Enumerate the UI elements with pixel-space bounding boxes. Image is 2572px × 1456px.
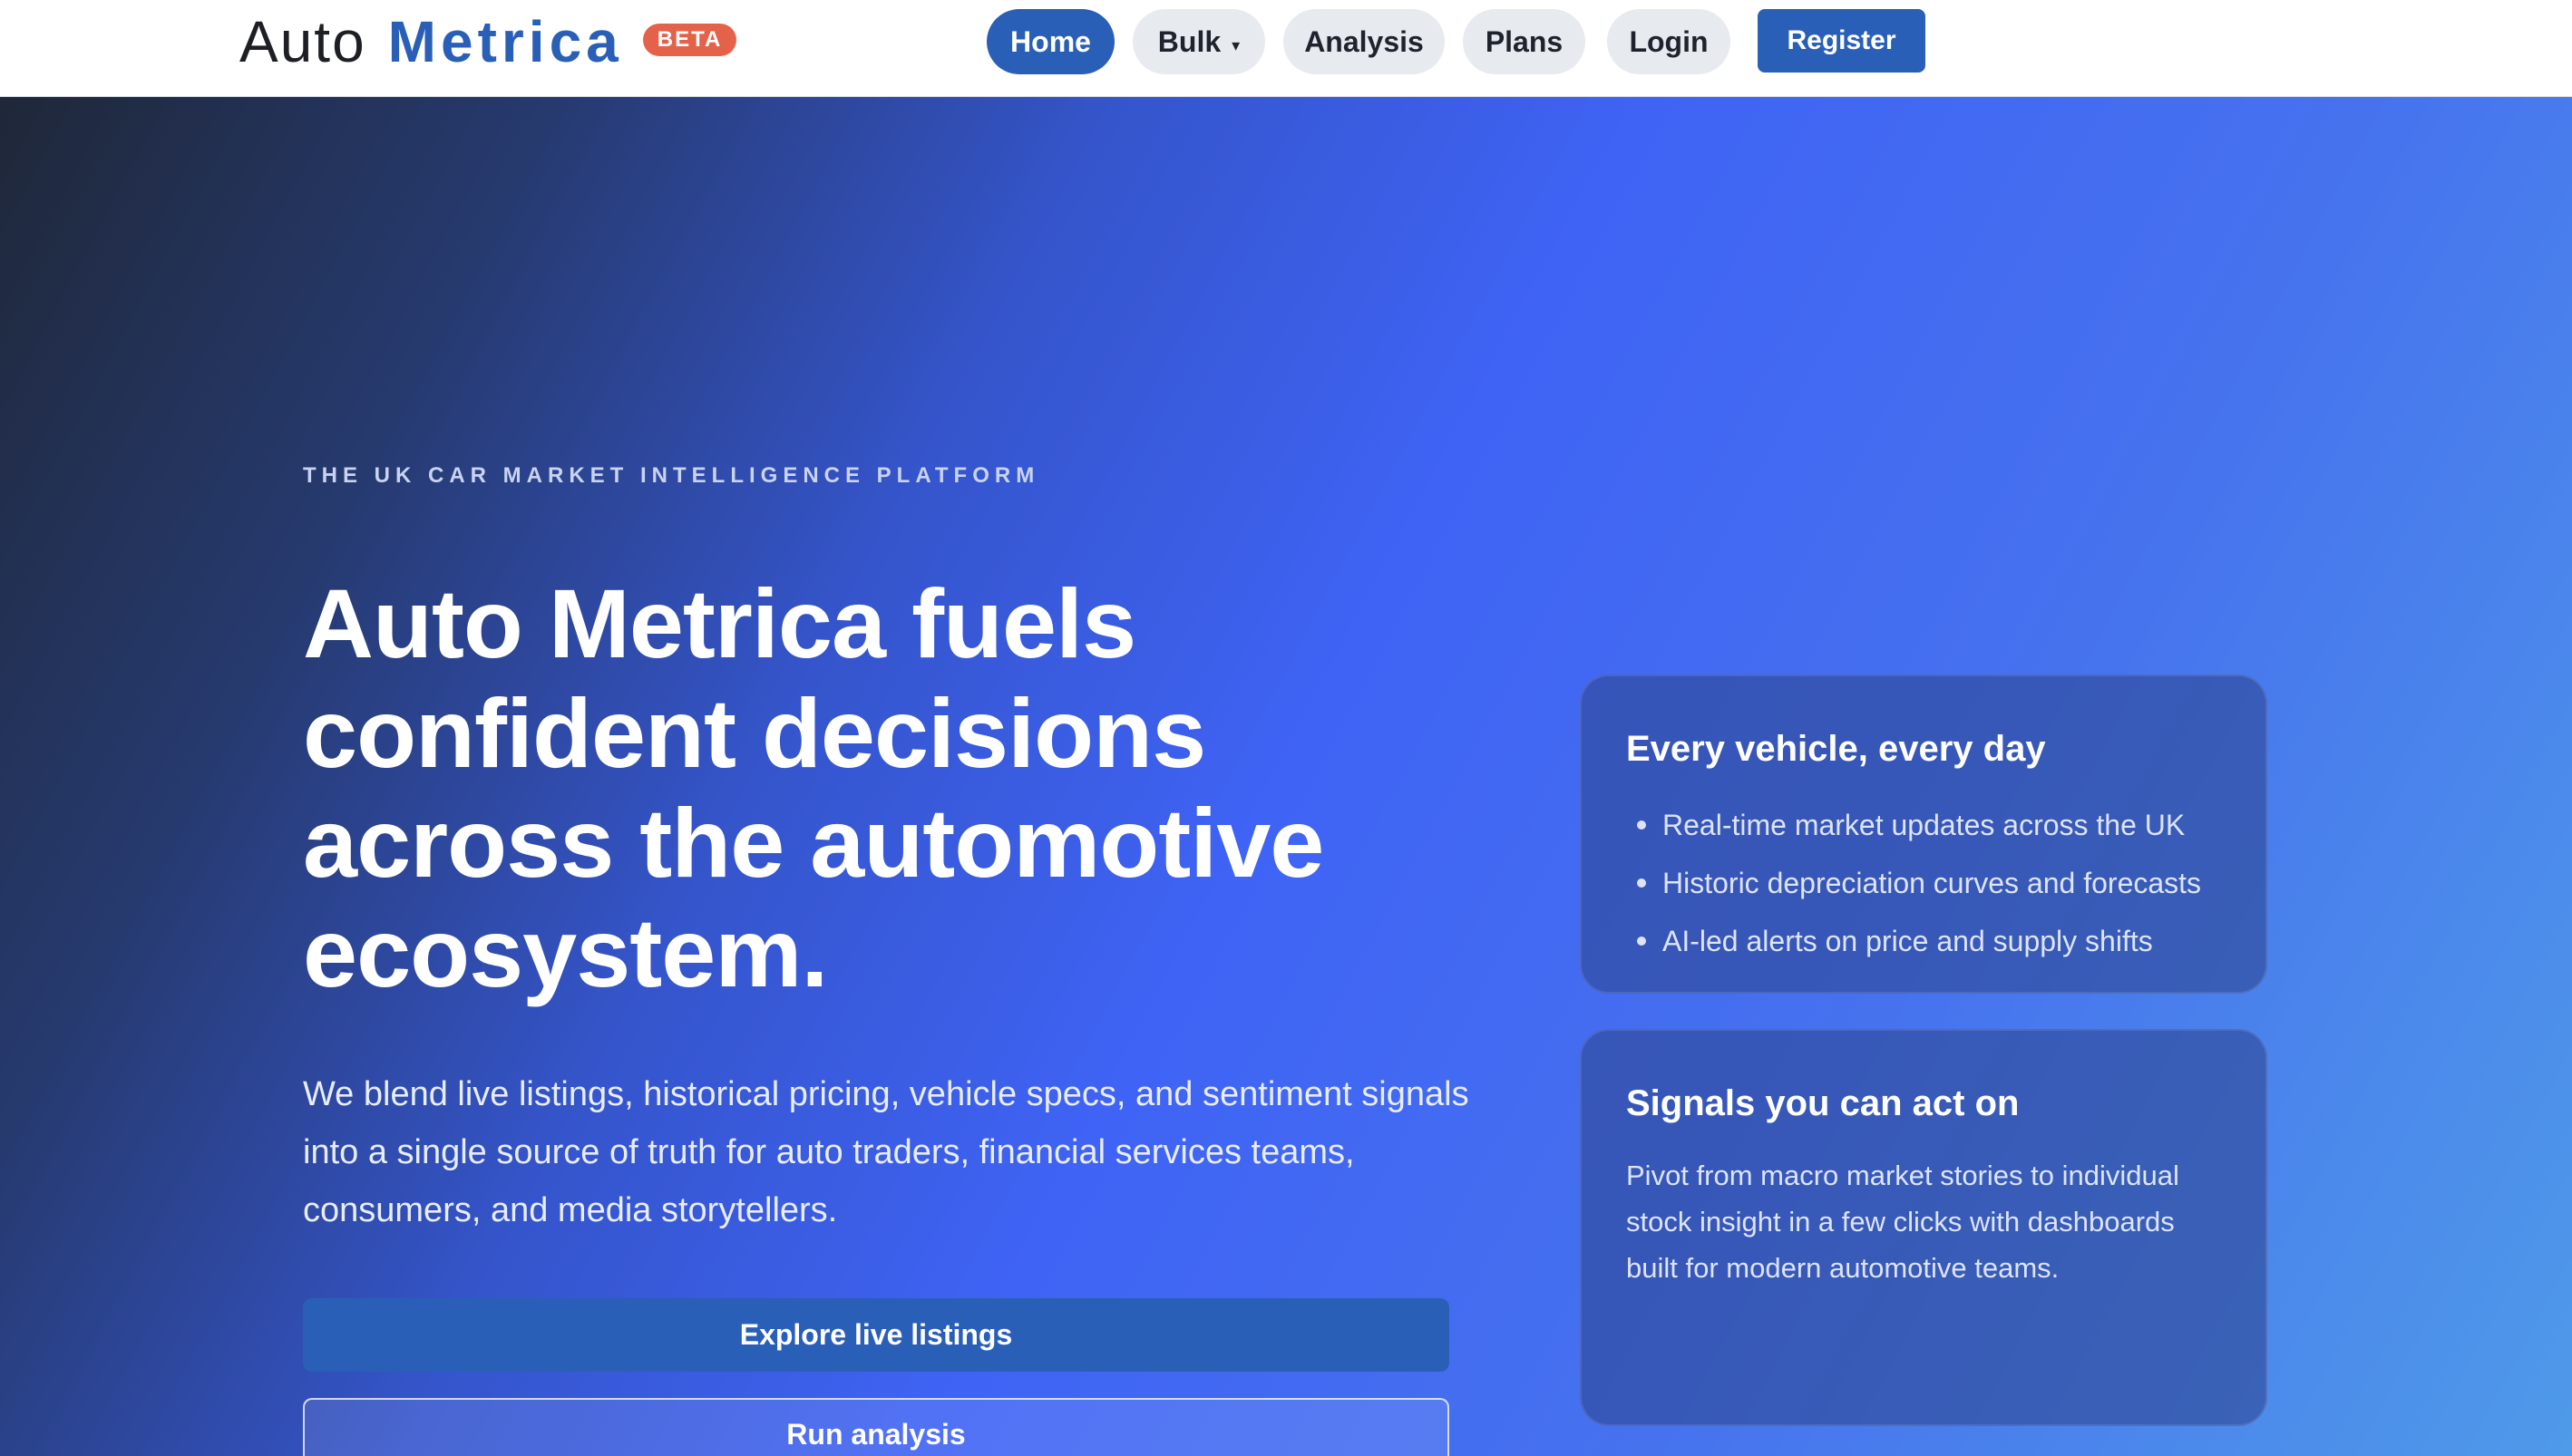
nav-plans-button[interactable]: Plans bbox=[1463, 9, 1585, 74]
nav-analysis-button[interactable]: Analysis bbox=[1283, 9, 1445, 74]
run-analysis-button[interactable]: Run analysis bbox=[303, 1398, 1449, 1456]
nav-login-button[interactable]: Login bbox=[1607, 9, 1730, 74]
card-body-text: Pivot from macro market stories to indiv… bbox=[1626, 1160, 2179, 1284]
hero-section: THE UK CAR MARKET INTELLIGENCE PLATFORM … bbox=[0, 97, 2572, 1456]
hero-eyebrow: THE UK CAR MARKET INTELLIGENCE PLATFORM bbox=[303, 463, 1040, 488]
nav-plans-label: Plans bbox=[1485, 24, 1564, 58]
feature-card-every-vehicle: Every vehicle, every day Real-time marke… bbox=[1580, 675, 2267, 994]
hero-lead-text: We blend live listings, historical prici… bbox=[303, 1075, 1469, 1229]
main-nav: Home Bulk ▾ Analysis Plans Login Registe… bbox=[0, 9, 2572, 74]
list-item: AI-led alerts on price and supply shifts bbox=[1626, 912, 2201, 970]
top-navigation-bar: Auto Metrica BETA Home Bulk ▾ Analysis P… bbox=[0, 0, 2572, 97]
nav-login-label: Login bbox=[1629, 24, 1709, 58]
feature-card-signals: Signals you can act on Pivot from macro … bbox=[1580, 1029, 2267, 1426]
nav-bulk-dropdown[interactable]: Bulk ▾ bbox=[1133, 9, 1265, 74]
list-item: Real-time market updates across the UK bbox=[1626, 796, 2201, 854]
card-title: Every vehicle, every day bbox=[1626, 729, 2046, 769]
nav-home-label: Home bbox=[1010, 24, 1091, 58]
chevron-down-icon: ▾ bbox=[1232, 35, 1241, 54]
list-item: Historic depreciation curves and forecas… bbox=[1626, 854, 2201, 912]
bullet-icon bbox=[1637, 820, 1646, 830]
hero-headline: Auto Metrica fuels confident decisions a… bbox=[303, 568, 1324, 1007]
bullet-icon bbox=[1637, 878, 1646, 888]
register-button[interactable]: Register bbox=[1758, 9, 1925, 73]
list-item-text: Historic depreciation curves and forecas… bbox=[1662, 867, 2202, 899]
nav-bulk-label: Bulk bbox=[1157, 24, 1222, 58]
list-item-text: Real-time market updates across the UK bbox=[1662, 809, 2186, 841]
feature-list: Real-time market updates across the UK H… bbox=[1626, 796, 2201, 970]
nav-home-button[interactable]: Home bbox=[987, 9, 1115, 74]
explore-live-listings-button[interactable]: Explore live listings bbox=[303, 1298, 1449, 1372]
list-item-text: AI-led alerts on price and supply shifts bbox=[1662, 925, 2153, 957]
bullet-icon bbox=[1637, 937, 1646, 946]
card-title: Signals you can act on bbox=[1626, 1083, 2020, 1123]
nav-analysis-label: Analysis bbox=[1304, 24, 1424, 58]
